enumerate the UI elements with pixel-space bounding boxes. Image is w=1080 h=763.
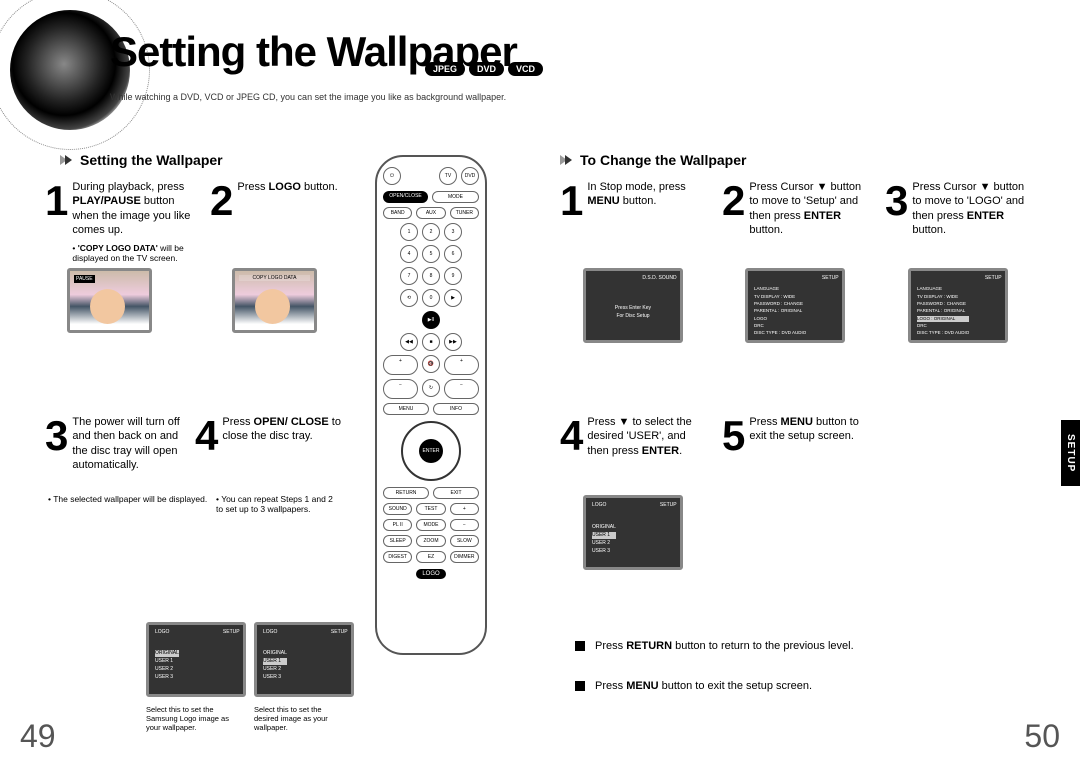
left-step-1: 1 During playback, press PLAY/PAUSE butt… — [45, 180, 192, 264]
tv-thumb-logo-original: LOGOSETUP ORIGINAL USER 1 USER 2 USER 3 — [146, 622, 246, 697]
tv-thumb-menu-4: LOGOSETUP ORIGINAL USER 1 USER 2 USER 3 — [583, 495, 683, 570]
section-2-header: To Change the Wallpaper — [560, 152, 746, 168]
pause-badge: PAUSE — [74, 275, 95, 283]
caption-user: Select this to set the desired image as … — [254, 705, 344, 732]
left-step-4: 4 Press OPEN/ CLOSE to close the disc tr… — [195, 415, 342, 457]
right-step-3: 3 Press Cursor ▼ button to move to 'LOGO… — [885, 180, 1032, 237]
pill-dvd: DVD — [469, 62, 504, 76]
tv-thumb-baby-2: COPY LOGO DATA — [232, 268, 317, 333]
format-badges: JPEG DVD VCD — [425, 62, 543, 76]
enter-button: ENTER — [419, 439, 443, 463]
section-1-header: Setting the Wallpaper — [60, 152, 223, 168]
step-number: 1 — [45, 180, 68, 264]
page-number-left: 49 — [20, 718, 56, 755]
arrow-icon — [560, 152, 572, 168]
step-number: 5 — [722, 415, 745, 457]
intro-text: While watching a DVD, VCD or JPEG CD, yo… — [110, 92, 506, 102]
side-tab-setup: SETUP — [1061, 420, 1080, 486]
dvd-button: DVD — [461, 167, 479, 185]
right-step-1: 1 In Stop mode, press MENU button. — [560, 180, 707, 222]
logo-button: LOGO — [416, 569, 445, 579]
info-menu: Press MENU button to exit the setup scre… — [575, 680, 812, 692]
section-1-title: Setting the Wallpaper — [80, 152, 223, 168]
pill-jpeg: JPEG — [425, 62, 465, 76]
tv-button: TV — [439, 167, 457, 185]
remote-control: ⏻TVDVD OPEN/CLOSEMODE BANDAUXTUNER 123 4… — [375, 155, 487, 655]
right-step-4: 4 Press ▼ to select the desired 'USER', … — [560, 415, 707, 458]
square-icon — [575, 681, 585, 691]
step-number: 2 — [722, 180, 745, 237]
page-number-right: 50 — [1024, 718, 1060, 755]
tv-thumb-menu-1: D.S.D. SOUND Press Enter Key For Disc Se… — [583, 268, 683, 343]
nav-pad: ENTER — [401, 421, 461, 481]
step-number: 4 — [560, 415, 583, 458]
step-number: 3 — [885, 180, 908, 237]
play-pause-button: ▶II — [422, 311, 440, 329]
step-number: 4 — [195, 415, 218, 457]
left-step-3: 3 The power will turn off and then back … — [45, 415, 192, 472]
square-icon — [575, 641, 585, 651]
arrow-icon — [60, 152, 72, 168]
open-close-button: OPEN/CLOSE — [383, 191, 428, 203]
copy-logo-banner: COPY LOGO DATA — [239, 275, 310, 281]
tv-thumb-logo-user: LOGOSETUP ORIGINAL USER 1 USER 2 USER 3 — [254, 622, 354, 697]
power-button: ⏻ — [383, 167, 401, 185]
step-number: 2 — [210, 180, 233, 222]
step-number: 3 — [45, 415, 68, 472]
left-step-2: 2 Press LOGO button. — [210, 180, 338, 222]
info-return: Press RETURN button to return to the pre… — [575, 640, 854, 652]
step-number: 1 — [560, 180, 583, 222]
tv-thumb-menu-3: SETUP LANGUAGE TV DISPLAY : WIDE PASSWOR… — [908, 268, 1008, 343]
tv-thumb-menu-2: SETUP LANGUAGE TV DISPLAY : WIDE PASSWOR… — [745, 268, 845, 343]
section-2-title: To Change the Wallpaper — [580, 152, 746, 168]
pill-vcd: VCD — [508, 62, 543, 76]
right-step-2: 2 Press Cursor ▼ button to move to 'Setu… — [722, 180, 869, 237]
caption-original: Select this to set the Samsung Logo imag… — [146, 705, 236, 732]
right-step-5: 5 Press MENU button to exit the setup sc… — [722, 415, 869, 457]
tv-thumb-baby-1: PAUSE — [67, 268, 152, 333]
